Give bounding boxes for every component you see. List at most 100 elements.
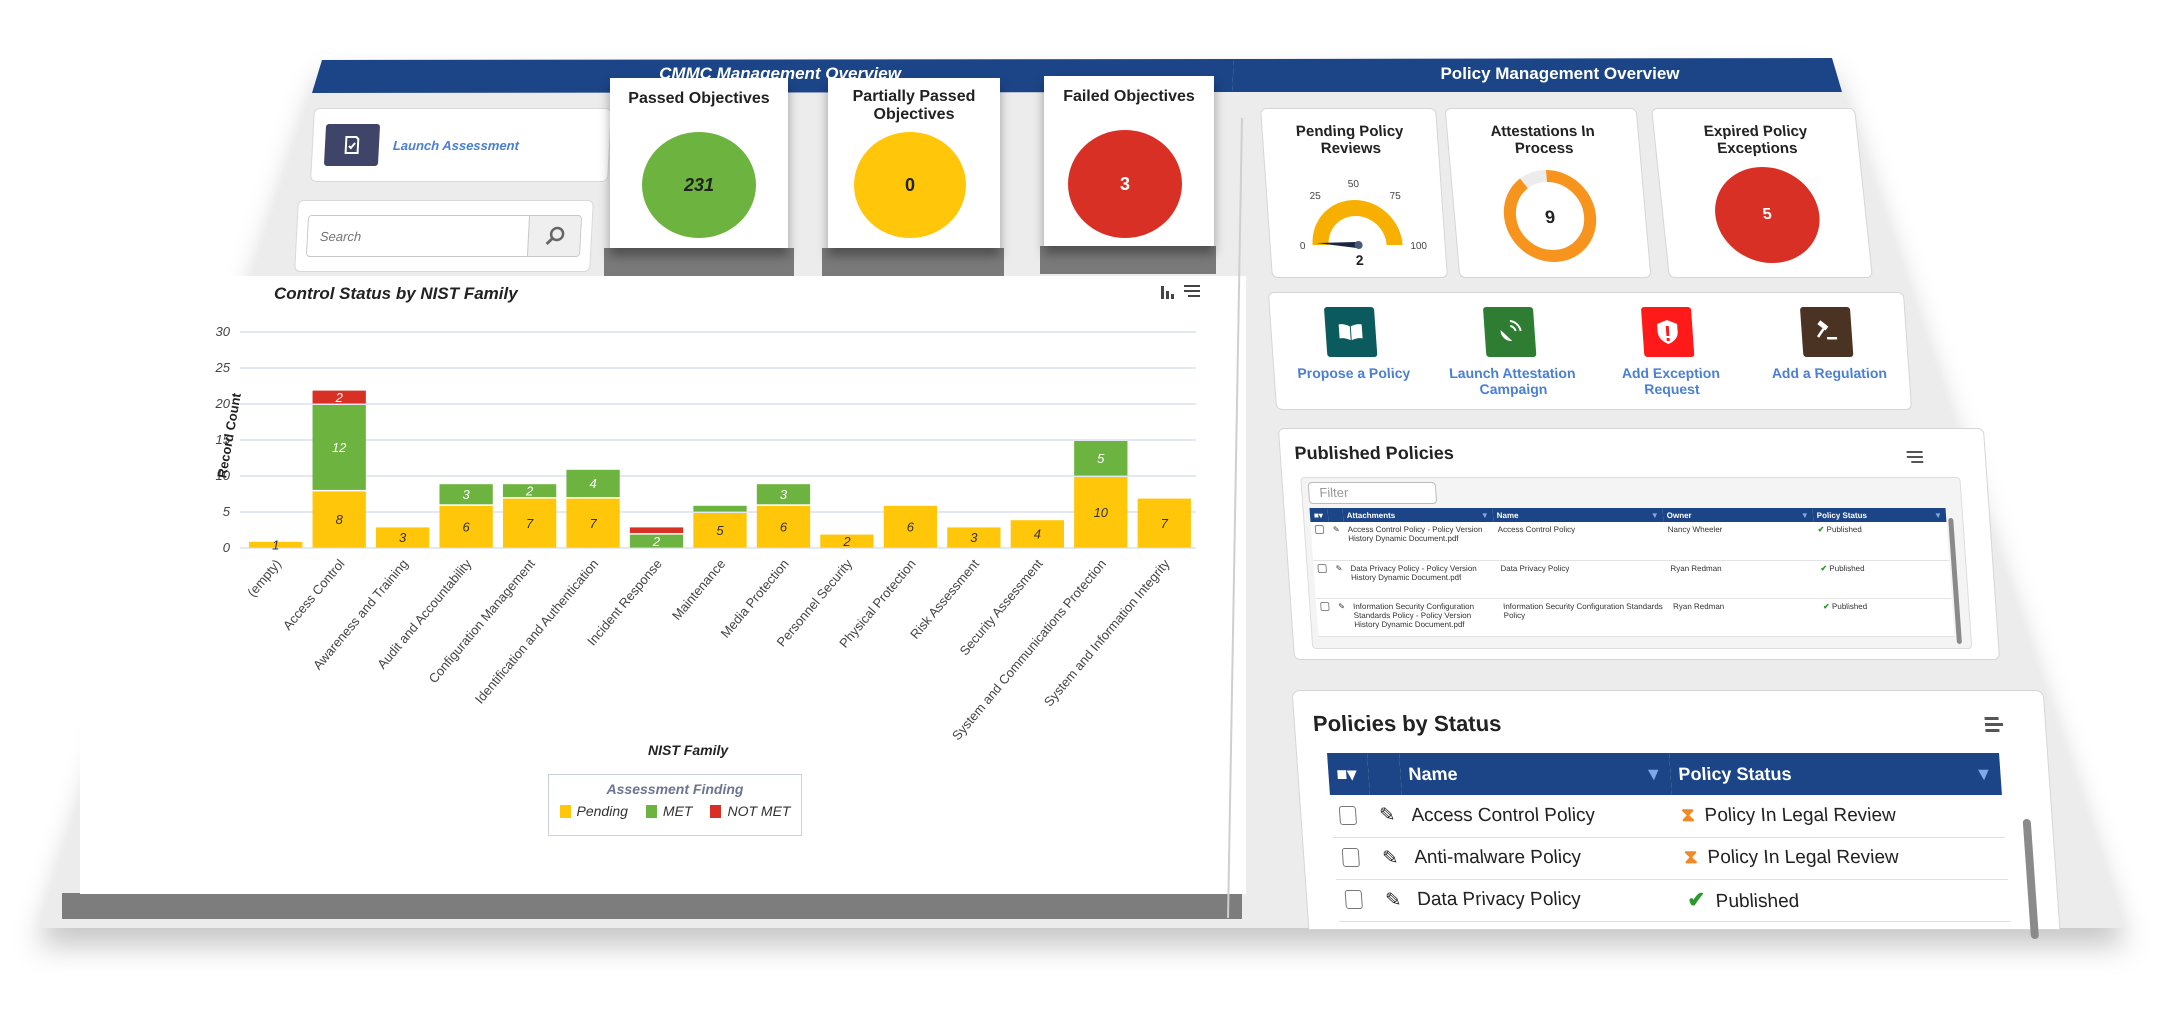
- satellite-dish-icon: [1482, 307, 1537, 357]
- launch-attestation-campaign-label: Launch Attestation Campaign: [1448, 365, 1576, 397]
- expired-policy-exceptions-title: Expired Policy Exceptions: [1702, 123, 1809, 157]
- owner-link[interactable]: Nancy Wheeler: [1663, 522, 1816, 560]
- owner-link[interactable]: Ryan Redman: [1668, 598, 1822, 636]
- pending-reviews-gauge: 50 25 75 0 100 2: [1300, 179, 1428, 267]
- policy-actions-card: Propose a Policy Launch Attestation Camp…: [1267, 292, 1913, 410]
- column-header-label: Name: [1496, 510, 1519, 520]
- column-header-attachments[interactable]: Attachments ▼: [1342, 508, 1494, 522]
- check-icon: ✔: [1822, 601, 1831, 611]
- table-row[interactable]: ✎ Data Privacy Policy ✔ Published: [1335, 879, 2011, 921]
- bar-data-label: 3: [780, 487, 788, 502]
- add-exception-request-button[interactable]: Add Exception Request: [1591, 307, 1748, 409]
- column-header-label: Attachments: [1346, 510, 1396, 520]
- filter-icon[interactable]: ▼: [1800, 511, 1809, 520]
- x-tick-label: (empty): [244, 556, 284, 599]
- row-checkbox[interactable]: [1314, 525, 1325, 534]
- policy-status: Published: [1826, 525, 1863, 534]
- bar-data-label: 1: [272, 537, 279, 552]
- filter-icon[interactable]: ▼: [1934, 511, 1943, 520]
- launch-attestation-campaign-button[interactable]: Launch Attestation Campaign: [1433, 307, 1590, 409]
- owner-link[interactable]: Ryan Redman: [1665, 560, 1819, 598]
- expired-policy-exceptions-circle: 5: [1710, 167, 1825, 263]
- attestations-in-process-card[interactable]: Attestations In Process 9: [1444, 108, 1652, 278]
- bar-segment-not-met: [629, 527, 684, 534]
- column-header-label: Name: [1407, 763, 1459, 784]
- policy-name: Anti-malware Policy: [1404, 837, 1678, 879]
- propose-policy-button[interactable]: Propose a Policy: [1274, 307, 1431, 409]
- table-row[interactable]: ✎ Access Control Policy - Policy Version…: [1310, 522, 1950, 560]
- filter-icon[interactable]: ▼: [1644, 764, 1663, 785]
- expired-policy-exceptions-card[interactable]: Expired Policy Exceptions 5: [1651, 108, 1873, 278]
- policies-by-status-scrollbar[interactable]: [2018, 799, 2041, 939]
- bar-data-label: 4: [1034, 527, 1041, 542]
- legend-item-pending[interactable]: Pending: [559, 803, 628, 819]
- policies-by-status-card: Policies by Status ■▾ Name ▼ Policy Statu…: [1291, 690, 2061, 939]
- attachment-link[interactable]: Access Control Policy - Policy Version H…: [1343, 522, 1496, 560]
- filter-icon[interactable]: ▼: [1974, 764, 1993, 785]
- attachment-link[interactable]: Data Privacy Policy - Policy Version His…: [1345, 560, 1499, 598]
- pencil-icon[interactable]: ✎: [1375, 879, 1411, 921]
- row-checkbox[interactable]: [1338, 806, 1358, 826]
- published-policies-table: ■▾ Attachments ▼ Name ▼ Owner ▼ Policy Stat…: [1309, 508, 1955, 637]
- column-header-name[interactable]: Name ▼: [1492, 508, 1664, 522]
- table-row[interactable]: ✎ Access Control Policy ⧗ Policy In Legal…: [1329, 795, 2005, 837]
- table-row[interactable]: ✎ Information Security Configuration Sta…: [1315, 598, 1955, 636]
- column-header-policy-status[interactable]: Policy Status ▼: [1812, 508, 1947, 522]
- pencil-icon[interactable]: ✎: [1372, 837, 1408, 879]
- select-all-checkbox[interactable]: ■▾: [1327, 753, 1370, 795]
- attestations-in-process-value: 9: [1544, 207, 1556, 227]
- x-tick-label: Risk Assessment: [907, 556, 982, 642]
- row-checkbox[interactable]: [1344, 890, 1363, 910]
- add-regulation-label: Add a Regulation: [1771, 365, 1888, 381]
- hourglass-icon: ⧗: [1680, 804, 1696, 826]
- y-tick-label: 25: [215, 360, 231, 375]
- column-header-policy-status[interactable]: Policy Status ▼: [1668, 753, 2002, 795]
- row-checkbox[interactable]: [1320, 601, 1330, 611]
- pencil-icon[interactable]: ✎: [1369, 795, 1405, 837]
- y-tick-label: 0: [223, 540, 231, 555]
- bar-data-label: 2: [525, 483, 534, 498]
- bar-data-label: 12: [332, 440, 347, 455]
- filter-icon[interactable]: ▼: [1650, 511, 1659, 520]
- propose-policy-label: Propose a Policy: [1296, 365, 1411, 381]
- legend-item-not-met[interactable]: NOT MET: [710, 803, 790, 819]
- policies-by-status-menu-icon[interactable]: [1984, 717, 2004, 732]
- select-all-checkbox[interactable]: ■▾: [1309, 508, 1329, 522]
- column-header-label: Policy Status: [1677, 763, 1793, 784]
- bar-data-label: 6: [907, 519, 915, 534]
- policy-status: Policy In Legal Review: [1703, 804, 1897, 826]
- table-row[interactable]: ✎ Anti-malware Policy ⧗ Policy In Legal R…: [1332, 837, 2008, 879]
- column-header-label: Owner: [1666, 510, 1692, 520]
- scrollbar-thumb[interactable]: [2022, 819, 2040, 939]
- legend-label: NOT MET: [727, 803, 791, 819]
- gavel-icon: [1799, 307, 1854, 357]
- gauge-tick-25: 25: [1309, 191, 1321, 202]
- published-policies-filter-input[interactable]: Filter: [1307, 482, 1438, 504]
- bar-data-label: 6: [780, 519, 788, 534]
- table-header-row: ■▾ Name ▼ Policy Status ▼: [1327, 753, 2002, 795]
- bar-data-label: 2: [842, 534, 851, 549]
- legend-item-met[interactable]: MET: [645, 803, 692, 819]
- bar-data-label: 7: [589, 516, 597, 531]
- gauge-tick-75: 75: [1389, 191, 1401, 202]
- x-axis-title: NIST Family: [648, 742, 729, 758]
- row-checkbox[interactable]: [1317, 563, 1327, 573]
- policy-name: Access Control Policy: [1401, 795, 1675, 837]
- pending-policy-reviews-title: Pending Policy Reviews: [1295, 123, 1405, 157]
- column-header-name[interactable]: Name ▼: [1398, 753, 1672, 795]
- table-row[interactable]: ✎ Data Privacy Policy - Policy Version H…: [1313, 560, 1952, 598]
- published-policies-grid: Filter ■▾ Attachments ▼ Name ▼ Owner ▼ Poli…: [1300, 477, 1973, 649]
- hourglass-icon: ⧗: [1683, 847, 1699, 868]
- check-icon: ✔: [1686, 887, 1707, 912]
- bar-data-label: 2: [335, 390, 344, 405]
- pending-policy-reviews-card[interactable]: Pending Policy Reviews 50 25 75 0 100 2: [1260, 108, 1448, 278]
- add-regulation-button[interactable]: Add a Regulation: [1750, 307, 1907, 409]
- x-tick-label: System and Information Integrity: [1041, 556, 1173, 709]
- published-policies-menu-icon[interactable]: [1906, 451, 1924, 463]
- column-header-owner[interactable]: Owner ▼: [1662, 508, 1814, 522]
- attachment-link[interactable]: Information Security Configuration Stand…: [1348, 598, 1502, 636]
- legend-swatch: [559, 804, 571, 818]
- filter-icon[interactable]: ▼: [1480, 511, 1489, 520]
- row-checkbox[interactable]: [1341, 848, 1361, 868]
- bar-data-label: 8: [336, 512, 344, 527]
